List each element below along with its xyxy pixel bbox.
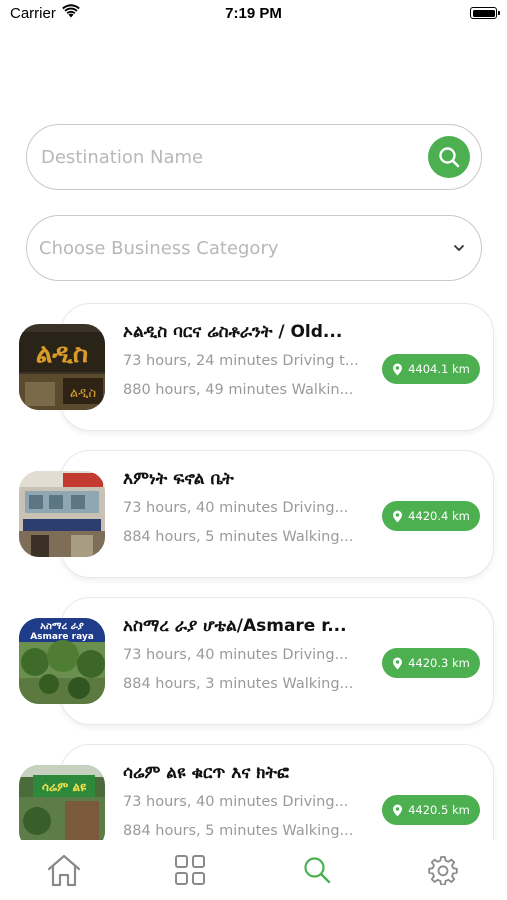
search-bar: [26, 124, 482, 190]
place-card[interactable]: እምነት ፍኖል ቤት 73 hours, 40 minutes Driving…: [60, 450, 494, 578]
place-name: ኦልዲስ ባርና ሬስቶራንት / Old...: [123, 322, 343, 342]
location-pin-icon: [393, 510, 403, 522]
location-pin-icon: [393, 804, 403, 816]
place-thumbnail: ሳሬም ልዩ: [19, 765, 105, 840]
svg-text:አስማረ ራያ: አስማረ ራያ: [40, 621, 84, 632]
driving-time: 73 hours, 40 minutes Driving...: [123, 794, 349, 810]
place-card[interactable]: አስማረ ራያ ሆቴል/Asmare r... 73 hours, 40 min…: [60, 597, 494, 725]
walking-time: 884 hours, 5 minutes Walking...: [123, 823, 354, 839]
search-button[interactable]: [428, 136, 470, 178]
place-thumbnail: ልዲስ ልዲስ: [19, 324, 105, 410]
chevron-down-icon: [454, 245, 464, 251]
place-thumbnail: [19, 471, 105, 557]
clock-time: 7:19 PM: [225, 5, 282, 22]
distance-badge: 4420.4 km: [382, 501, 480, 531]
battery-icon: [470, 7, 500, 19]
distance-value: 4420.5 km: [408, 803, 470, 817]
distance-badge: 4404.1 km: [382, 354, 480, 384]
driving-time: 73 hours, 40 minutes Driving...: [123, 647, 349, 663]
tab-settings[interactable]: [423, 850, 463, 890]
svg-text:ልዲስ: ልዲስ: [70, 386, 96, 401]
place-thumbnail: አስማረ ራያ Asmare raya: [19, 618, 105, 704]
tab-search[interactable]: [297, 850, 337, 890]
status-bar: Carrier 7:19 PM: [0, 0, 507, 30]
places-list[interactable]: ኦልዲስ ባርና ሬስቶራንት / Old... 73 hours, 24 mi…: [0, 300, 507, 840]
svg-text:ሳሬም ልዩ: ሳሬም ልዩ: [42, 780, 87, 794]
location-pin-icon: [393, 363, 403, 375]
tab-home[interactable]: [44, 850, 84, 890]
search-icon: [304, 857, 331, 884]
walking-time: 884 hours, 5 minutes Walking...: [123, 529, 354, 545]
tab-categories[interactable]: [170, 850, 210, 890]
walking-time: 880 hours, 49 minutes Walkin...: [123, 382, 354, 398]
grid-icon: [175, 855, 205, 885]
driving-time: 73 hours, 40 minutes Driving...: [123, 500, 349, 516]
bottom-tab-bar: [0, 840, 507, 900]
location-pin-icon: [393, 657, 403, 669]
category-placeholder: Choose Business Category: [39, 238, 279, 259]
home-icon: [47, 854, 81, 887]
place-name: እምነት ፍኖል ቤት: [123, 469, 234, 489]
distance-badge: 4420.5 km: [382, 795, 480, 825]
distance-value: 4420.4 km: [408, 509, 470, 523]
svg-text:ልዲስ: ልዲስ: [36, 339, 88, 369]
walking-time: 884 hours, 3 minutes Walking...: [123, 676, 354, 692]
business-category-select[interactable]: Choose Business Category: [26, 215, 482, 281]
place-name: አስማረ ራያ ሆቴል/Asmare r...: [123, 616, 347, 636]
distance-value: 4404.1 km: [408, 362, 470, 376]
destination-search-input[interactable]: [41, 139, 421, 175]
place-card[interactable]: ኦልዲስ ባርና ሬስቶራንት / Old... 73 hours, 24 mi…: [60, 303, 494, 431]
gear-icon: [428, 856, 458, 885]
search-icon: [439, 147, 460, 168]
place-name: ሳሬም ልዩ ቁርጥ እና ክትፎ: [123, 763, 289, 783]
driving-time: 73 hours, 24 minutes Driving t...: [123, 353, 359, 369]
distance-value: 4420.3 km: [408, 656, 470, 670]
place-card[interactable]: ሳሬም ልዩ ቁርጥ እና ክትፎ 73 hours, 40 minutes D…: [60, 744, 494, 840]
distance-badge: 4420.3 km: [382, 648, 480, 678]
